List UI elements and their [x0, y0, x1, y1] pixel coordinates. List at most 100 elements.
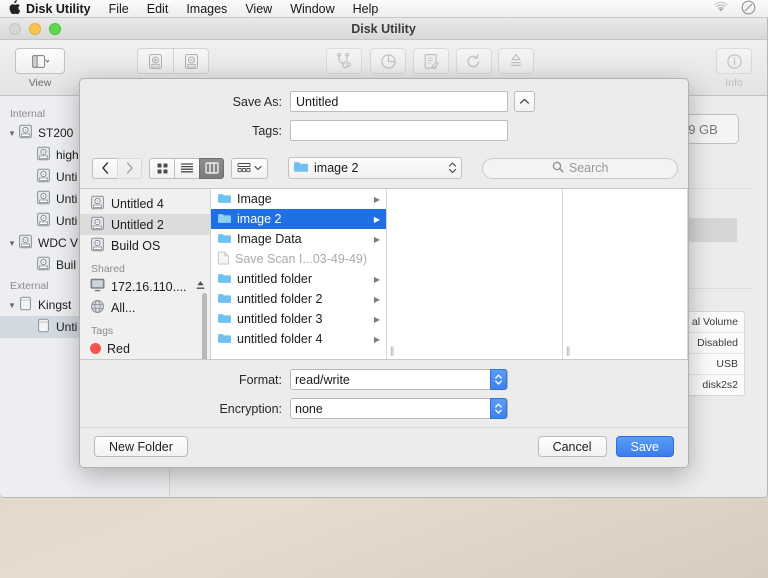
file-row-label: Image — [237, 192, 272, 206]
chevron-up-icon[interactable] — [514, 91, 535, 112]
save-as-input[interactable]: Untitled — [290, 91, 508, 112]
column-resize-handle[interactable]: || — [390, 346, 394, 357]
tags-label: Tags: — [252, 123, 282, 138]
folder-icon — [217, 272, 232, 287]
file-row-image[interactable]: Image ▶ — [211, 189, 386, 209]
favorites-sidebar: Untitled 4 Untitled 2 Build OS Shared 17 — [80, 189, 211, 359]
menu-item-images[interactable]: Images — [177, 0, 236, 18]
toolbar-info[interactable]: Info — [716, 48, 752, 89]
up-down-arrows-icon[interactable] — [448, 160, 457, 177]
partition-button[interactable] — [370, 48, 407, 74]
up-down-arrows-icon[interactable] — [490, 398, 507, 419]
favorites-scrollbar[interactable] — [202, 293, 207, 359]
arrange-button[interactable] — [231, 157, 268, 179]
favorite-item-label: Untitled 4 — [111, 196, 164, 211]
erase-button[interactable] — [413, 48, 450, 74]
restore-button[interactable] — [455, 48, 492, 74]
icon-view-button[interactable] — [149, 157, 174, 179]
mount-button[interactable] — [498, 48, 535, 74]
sidebar-item-label: high — [56, 148, 79, 162]
shared-item-all[interactable]: All... — [80, 297, 210, 318]
folder-icon — [217, 312, 232, 327]
view-button[interactable] — [15, 48, 65, 74]
tags-row: Tags: — [80, 120, 688, 141]
minimize-button[interactable] — [29, 22, 41, 35]
disclosure-triangle-icon[interactable]: ▼ — [6, 129, 18, 138]
shared-item-server[interactable]: 172.16.110.... — [80, 276, 210, 297]
view-mode-control[interactable] — [149, 157, 224, 179]
favorite-item-untitled-2[interactable]: Untitled 2 — [80, 214, 210, 235]
save-dialog-options: Format: read/write Encryption: none — [80, 360, 688, 427]
file-row-untitled-folder-4[interactable]: untitled folder 4 ▶ — [211, 329, 386, 349]
eject-icon — [511, 53, 522, 66]
sidebar-item-label: Unti — [56, 320, 78, 334]
first-aid-button[interactable] — [325, 48, 362, 74]
column-resize-handle[interactable]: || — [566, 346, 570, 357]
cancel-button[interactable]: Cancel — [537, 436, 607, 457]
info-button[interactable] — [716, 48, 752, 74]
file-row-untitled-folder-2[interactable]: untitled folder 2 ▶ — [211, 289, 386, 309]
chevron-right-icon: ▶ — [373, 234, 380, 244]
close-button[interactable] — [9, 22, 21, 35]
favorites-tags-header: Tags — [91, 325, 114, 337]
file-column-3[interactable]: || — [563, 189, 688, 359]
encryption-row: Encryption: none — [80, 398, 688, 419]
add-volume-button[interactable] — [137, 48, 173, 74]
search-icon — [552, 161, 564, 176]
tag-item-red[interactable]: Red — [80, 338, 210, 359]
save-dialog-actions: New Folder Cancel Save — [80, 427, 688, 467]
disclosure-triangle-icon[interactable]: ▼ — [6, 239, 18, 248]
eject-icon[interactable] — [196, 280, 205, 294]
remove-volume-icon — [184, 53, 198, 69]
folder-icon — [293, 160, 309, 176]
menu-app-name[interactable]: Disk Utility — [24, 0, 100, 18]
list-view-button[interactable] — [174, 157, 199, 179]
erase-icon — [425, 53, 439, 69]
wifi-icon[interactable] — [713, 1, 729, 16]
favorite-item-build-os[interactable]: Build OS — [80, 235, 210, 256]
chevron-right-icon: ▶ — [373, 214, 380, 224]
zoom-button[interactable] — [49, 22, 61, 35]
path-popup-button[interactable]: image 2 — [288, 157, 463, 179]
save-as-label: Save As: — [232, 94, 282, 109]
format-select[interactable]: read/write — [290, 369, 508, 390]
apple-menu-icon[interactable] — [8, 0, 24, 17]
drive-icon — [90, 195, 105, 213]
menu-item-window[interactable]: Window — [281, 0, 343, 18]
file-column-1: Image ▶ image 2 ▶ Image Data ▶ Save Scan… — [211, 189, 387, 359]
file-row-image-2[interactable]: image 2 ▶ — [211, 209, 386, 229]
menu-item-file[interactable]: File — [100, 0, 138, 18]
file-row-image-data[interactable]: Image Data ▶ — [211, 229, 386, 249]
file-row-untitled-folder[interactable]: untitled folder ▶ — [211, 269, 386, 289]
column-view-button[interactable] — [199, 157, 224, 179]
file-row-untitled-folder-3[interactable]: untitled folder 3 ▶ — [211, 309, 386, 329]
volume-icon — [36, 212, 51, 230]
new-folder-button[interactable]: New Folder — [94, 436, 188, 457]
remove-volume-button[interactable] — [173, 48, 209, 74]
file-column-2[interactable]: || — [387, 189, 563, 359]
columns-icon — [204, 162, 219, 174]
favorite-item-untitled-4[interactable]: Untitled 4 — [80, 193, 210, 214]
info-icon — [726, 53, 742, 69]
back-forward-control[interactable] — [92, 157, 142, 179]
clock-icon[interactable] — [741, 0, 756, 18]
menu-item-view[interactable]: View — [236, 0, 281, 18]
disclosure-triangle-icon[interactable]: ▼ — [6, 301, 18, 310]
up-down-arrows-icon[interactable] — [490, 369, 507, 390]
path-label: image 2 — [314, 161, 359, 175]
menu-item-edit[interactable]: Edit — [138, 0, 178, 18]
search-input[interactable]: Search — [482, 157, 678, 179]
file-row-label: untitled folder 2 — [237, 292, 323, 306]
encryption-select[interactable]: none — [290, 398, 508, 419]
tags-input[interactable] — [290, 120, 508, 141]
folder-icon — [217, 332, 232, 347]
back-button[interactable] — [92, 157, 117, 179]
toolbar-view-control[interactable]: View — [15, 48, 65, 89]
menu-item-help[interactable]: Help — [344, 0, 388, 18]
forward-button[interactable] — [117, 157, 142, 179]
file-row-save-scan[interactable]: Save Scan I...03-49-49) — [211, 249, 386, 269]
save-button[interactable]: Save — [615, 436, 674, 457]
display-icon — [90, 278, 105, 295]
chevron-right-icon: ▶ — [373, 274, 380, 284]
shared-item-label: 172.16.110.... — [111, 279, 187, 294]
